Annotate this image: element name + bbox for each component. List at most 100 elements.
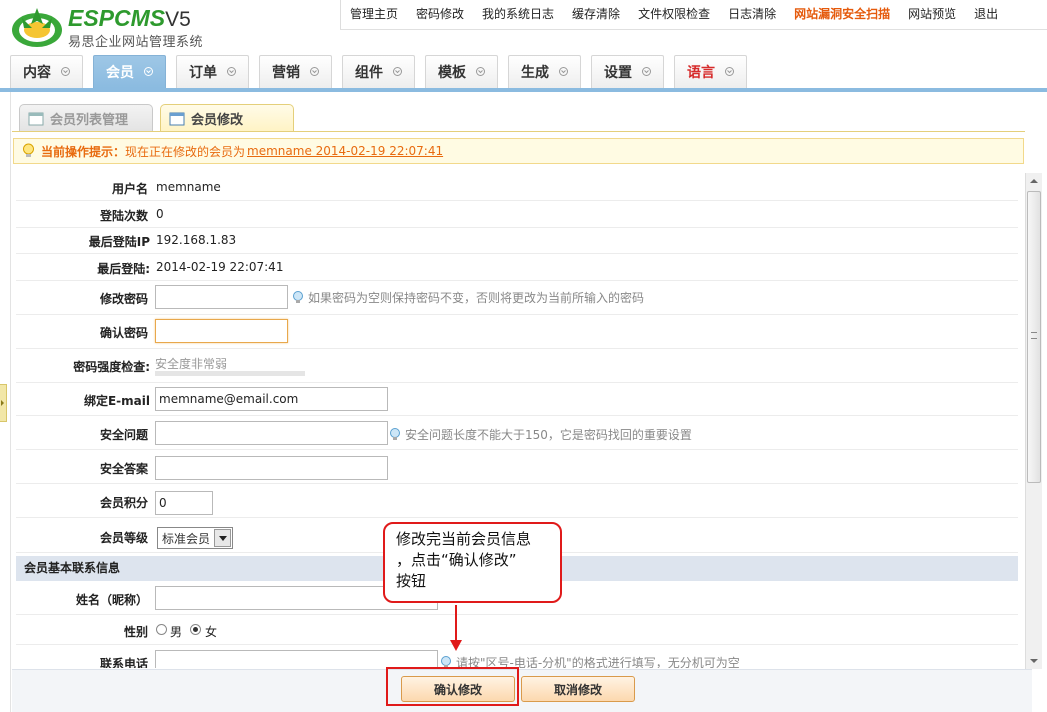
login-count-label: 登陆次数: [99, 209, 148, 223]
member-level-label: 会员等级: [99, 531, 148, 545]
chevron-down-icon: [725, 66, 734, 76]
nav-tab-settings[interactable]: 设置: [591, 55, 664, 88]
arrow-down-icon: [450, 640, 462, 651]
scroll-down-icon[interactable]: [1026, 653, 1042, 669]
gender-female-label: 女: [205, 625, 218, 639]
row-email: 绑定E-mail: [16, 383, 1018, 416]
email-label: 绑定E-mail: [83, 394, 150, 408]
nav-tab-language[interactable]: 语言: [674, 55, 747, 88]
username-label: 用户名: [111, 182, 148, 196]
toplink-my-logs[interactable]: 我的系统日志: [473, 0, 563, 29]
password-hint: 如果密码为空则保持密码不变，否则将更改为当前所输入的密码: [292, 289, 644, 306]
toplink-clear-cache[interactable]: 缓存清除: [563, 0, 629, 29]
gender-label: 性别: [123, 625, 148, 639]
nav-tab-member[interactable]: 会员: [93, 55, 166, 88]
operation-tip: 当前操作提示： 现在正在修改的会员为 memname 2014-02-19 22…: [13, 138, 1024, 164]
chevron-down-icon: [642, 66, 651, 76]
tab-underline: [12, 131, 1025, 132]
row-security-answer: 安全答案: [16, 450, 1018, 484]
tab-member-list[interactable]: 会员列表管理: [19, 104, 153, 132]
chevron-down-icon: [227, 66, 236, 76]
toplink-security-scan[interactable]: 网站漏洞安全扫描: [785, 0, 899, 29]
row-password-strength: 密码强度检查: 安全度非常弱: [16, 349, 1018, 383]
toplink-file-permissions[interactable]: 文件权限检查: [629, 0, 719, 29]
security-question-input[interactable]: [155, 421, 388, 445]
chevron-down-icon: [476, 66, 485, 76]
nav-tab-templates[interactable]: 模板: [425, 55, 498, 88]
phone-label: 联系电话: [99, 657, 148, 668]
chevron-down-icon: [559, 66, 568, 76]
tab-member-edit[interactable]: 会员修改: [160, 104, 294, 132]
sidebar-toggle[interactable]: [0, 384, 7, 422]
tip-member-link[interactable]: memname 2014-02-19 22:07:41: [247, 144, 443, 158]
window-icon: [28, 112, 44, 125]
scroll-up-icon[interactable]: [1026, 173, 1042, 189]
password-input[interactable]: [155, 285, 288, 309]
confirm-password-input[interactable]: [155, 319, 288, 343]
toplink-clear-logs[interactable]: 日志清除: [719, 0, 785, 29]
points-label: 会员积分: [99, 496, 148, 510]
chevron-down-icon: [144, 66, 153, 76]
last-login-label: 最后登陆:: [97, 262, 150, 276]
points-input[interactable]: [155, 491, 213, 515]
toplink-site-preview[interactable]: 网站预览: [899, 0, 965, 29]
security-answer-input[interactable]: [155, 456, 388, 480]
password-label: 修改密码: [99, 292, 148, 306]
chevron-down-icon: [310, 66, 319, 76]
window-icon: [169, 112, 185, 125]
nav-tab-orders[interactable]: 订单: [176, 55, 249, 88]
row-confirm-password: 确认密码: [16, 315, 1018, 349]
email-input[interactable]: [155, 387, 388, 411]
annotation-arrow: [455, 605, 457, 641]
last-ip-value: 192.168.1.83: [156, 233, 237, 247]
row-gender: 性别 男 女: [16, 615, 1018, 645]
form-scrollbar[interactable]: [1025, 173, 1042, 669]
row-password: 修改密码 如果密码为空则保持密码不变，否则将更改为当前所输入的密码: [16, 281, 1018, 315]
nav-tab-generate[interactable]: 生成: [508, 55, 581, 88]
toplink-admin-home[interactable]: 管理主页: [341, 0, 407, 29]
top-links: 管理主页 密码修改 我的系统日志 缓存清除 文件权限检查 日志清除 网站漏洞安全…: [340, 0, 1007, 29]
phone-input[interactable]: [155, 650, 438, 668]
nav-tab-content[interactable]: 内容: [10, 55, 83, 88]
logo: ESPCMSV5 易思企业网站管理系统: [10, 4, 240, 50]
gender-female-radio[interactable]: [190, 624, 201, 635]
row-username: 用户名 memname: [16, 174, 1018, 201]
chevron-down-icon: [61, 66, 70, 76]
lightbulb-icon: [23, 143, 34, 157]
toplink-logout[interactable]: 退出: [965, 0, 1007, 29]
row-points: 会员积分: [16, 484, 1018, 518]
phone-hint: 请按"区号-电话-分机"的格式进行填写，无分机可为空: [440, 654, 740, 668]
main-nav: 内容 会员 订单 营销 组件 模板 生成 设置 语言: [10, 55, 757, 89]
nav-tab-marketing[interactable]: 营销: [259, 55, 332, 88]
row-last-login: 最后登陆: 2014-02-19 22:07:41: [16, 254, 1018, 281]
chevron-down-icon: [393, 66, 402, 76]
gender-male-radio[interactable]: [156, 624, 167, 635]
security-question-label: 安全问题: [99, 428, 148, 442]
confirm-password-label: 确认密码: [99, 326, 148, 340]
last-ip-label: 最后登陆IP: [88, 235, 150, 249]
row-login-count: 登陆次数 0: [16, 201, 1018, 228]
toplink-change-password[interactable]: 密码修改: [407, 0, 473, 29]
logo-wordmark: ESPCMSV5: [68, 5, 191, 31]
dropdown-arrow-icon: [214, 529, 231, 547]
row-last-ip: 最后登陆IP 192.168.1.83: [16, 228, 1018, 254]
security-question-hint: 安全问题长度不能大于150，它是密码找回的重要设置: [389, 426, 692, 443]
nav-tab-components[interactable]: 组件: [342, 55, 415, 88]
tip-message: 现在正在修改的会员为: [125, 144, 246, 159]
username-value: memname: [156, 180, 221, 194]
row-phone: 联系电话 请按"区号-电话-分机"的格式进行填写，无分机可为空: [16, 645, 1018, 668]
last-login-value: 2014-02-19 22:07:41: [156, 260, 284, 274]
chevron-right-icon: [1, 400, 4, 406]
row-security-question: 安全问题 安全问题长度不能大于150，它是密码找回的重要设置: [16, 416, 1018, 450]
highlight-box: [386, 667, 519, 706]
member-level-select[interactable]: 标准会员: [157, 527, 233, 549]
lightbulb-icon: [293, 291, 303, 303]
cancel-edit-button[interactable]: 取消修改: [521, 676, 635, 702]
annotation-callout: 修改完当前会员信息 ，点击“确认修改” 按钮: [383, 522, 562, 603]
tip-label: 当前操作提示：: [41, 144, 126, 159]
password-strength-label: 密码强度检查:: [73, 360, 150, 374]
espcms-logo-icon: [12, 8, 62, 47]
password-strength-value: 安全度非常弱: [155, 357, 228, 371]
security-answer-label: 安全答案: [99, 462, 148, 476]
scrollbar-thumb[interactable]: [1027, 191, 1041, 483]
